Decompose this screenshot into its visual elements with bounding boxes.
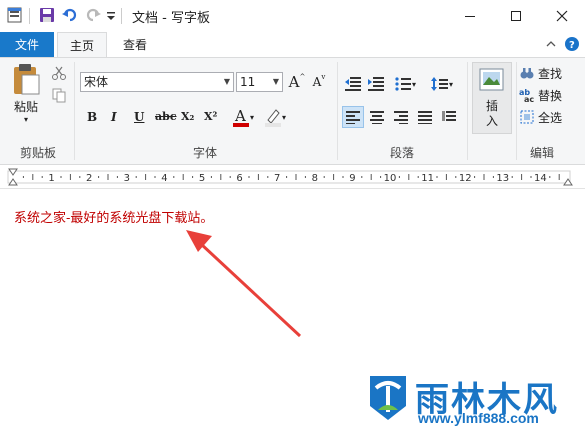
arrow-shaft [199, 242, 302, 338]
watermark-url: www.ylmf888.com [418, 410, 539, 426]
watermark-logo [366, 370, 410, 422]
